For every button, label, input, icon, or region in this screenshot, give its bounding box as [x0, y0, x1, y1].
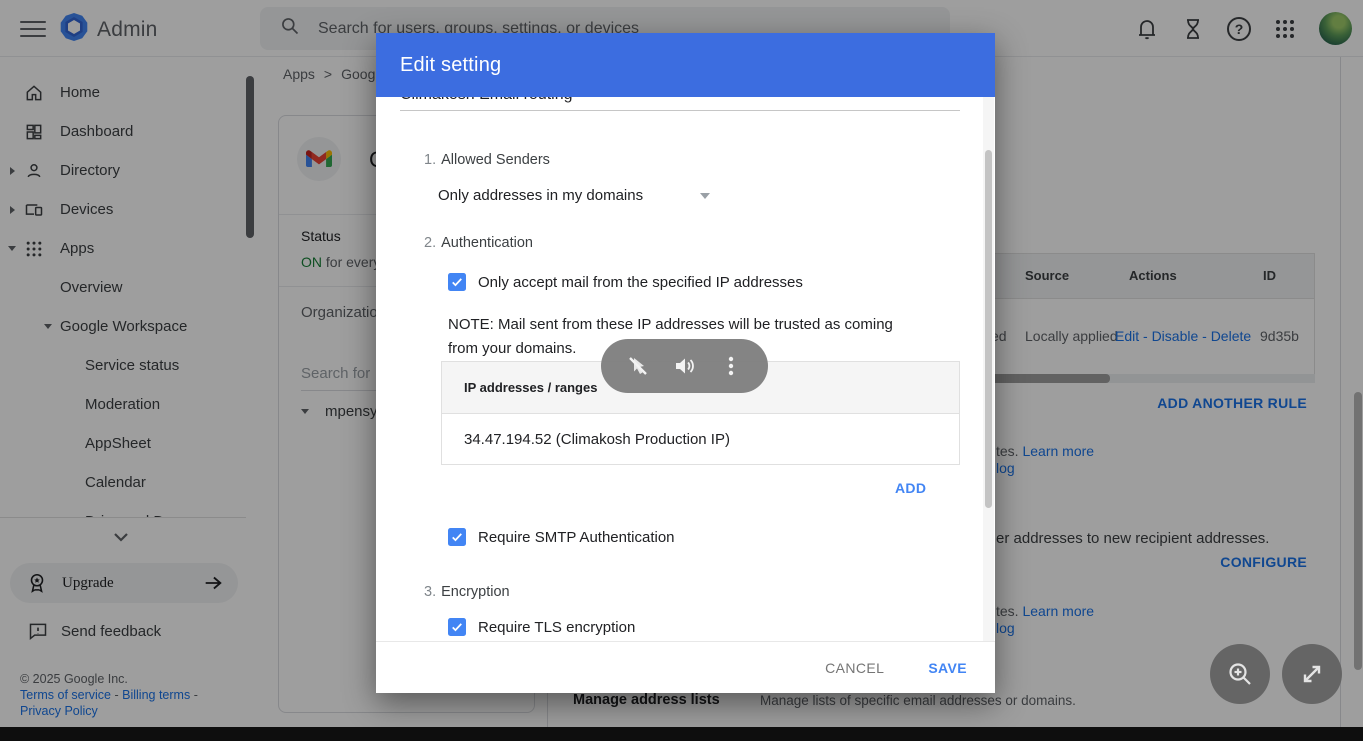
section-authentication: 2.Authentication	[424, 235, 533, 251]
checkbox-checked-icon	[448, 618, 466, 636]
cancel-button[interactable]: CANCEL	[825, 660, 884, 676]
zoom-in-icon[interactable]	[1210, 644, 1270, 704]
allowed-senders-dropdown[interactable]: Only addresses in my domains	[438, 187, 718, 204]
section-allowed-senders: 1.Allowed Senders	[424, 152, 550, 168]
checkbox-checked-icon	[448, 528, 466, 546]
setting-name-underline	[400, 110, 960, 111]
fullscreen-expand-icon[interactable]	[1282, 644, 1342, 704]
dialog-title: Edit setting	[400, 54, 501, 77]
section-encryption: 3.Encryption	[424, 584, 510, 600]
checkbox-only-accept-ip[interactable]: Only accept mail from the specified IP a…	[448, 273, 803, 291]
pointer-off-icon[interactable]	[625, 353, 651, 379]
save-button[interactable]: SAVE	[928, 660, 967, 676]
ip-table-row: 34.47.194.52 (Climakosh Production IP)	[442, 414, 959, 464]
dialog-header: Edit setting	[376, 33, 995, 97]
checkbox-require-smtp[interactable]: Require SMTP Authentication	[448, 528, 675, 546]
dropdown-arrow-icon	[700, 193, 710, 199]
volume-icon[interactable]	[671, 353, 697, 379]
bottom-letterbox-bar	[0, 727, 1363, 741]
dialog-footer: CANCEL SAVE	[376, 641, 995, 693]
more-options-icon[interactable]	[718, 353, 744, 379]
setting-name-field[interactable]: Climakosh Email routing	[400, 97, 936, 110]
add-ip-button[interactable]: ADD	[895, 480, 926, 496]
dialog-scrollbar-thumb[interactable]	[985, 150, 992, 508]
admin-console-screen: Admin Search for users, groups, settings…	[0, 0, 1363, 741]
checkbox-require-tls[interactable]: Require TLS encryption	[448, 618, 635, 636]
checkbox-checked-icon	[448, 273, 466, 291]
screencast-control-pill	[601, 339, 768, 393]
